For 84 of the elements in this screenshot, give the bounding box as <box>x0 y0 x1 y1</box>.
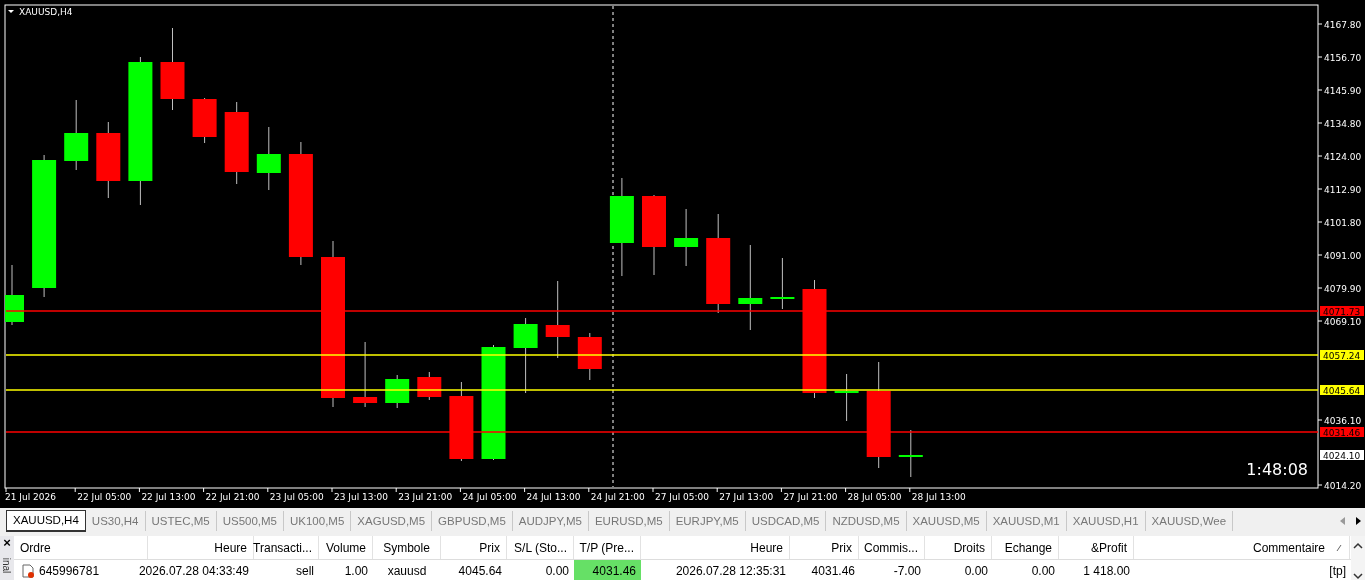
sort-icon <box>1335 543 1343 552</box>
table-cell: 0.00 <box>1031 564 1055 578</box>
price-label: 4134.80 <box>1317 119 1362 129</box>
column-header[interactable]: Prix <box>790 536 859 559</box>
table-cell: 1 418.00 <box>1083 564 1130 578</box>
column-header[interactable]: S/L (Sto... <box>507 536 574 559</box>
price-label: 4112.90 <box>1317 185 1362 195</box>
table-cell: [tp] <box>1329 564 1346 578</box>
time-label: 28 Jul 05:00 <box>845 487 902 502</box>
table-cell: 645996781 <box>39 564 100 578</box>
table-cell: xauusd <box>387 564 427 578</box>
column-header[interactable]: &Profit <box>1059 536 1134 559</box>
time-label: 28 Jul 13:00 <box>909 487 966 502</box>
price-label: 4156.70 <box>1317 53 1362 63</box>
column-header[interactable]: Ordre <box>14 536 148 559</box>
candle <box>256 126 281 191</box>
time-label: 27 Jul 05:00 <box>652 487 709 502</box>
column-header[interactable]: Heure <box>641 536 790 559</box>
column-header[interactable]: Echange <box>992 536 1059 559</box>
candle <box>674 208 699 267</box>
candle <box>385 374 410 409</box>
scroll-down-icon[interactable] <box>1353 572 1363 580</box>
time-label: 24 Jul 21:00 <box>588 487 645 502</box>
column-header[interactable]: Commis... <box>859 536 925 559</box>
scroll-right-icon[interactable] <box>1354 516 1362 526</box>
table-cell: 2026.07.28 04:33:49 <box>138 564 249 578</box>
candle <box>417 371 442 401</box>
price-label: 4079.90 <box>1317 284 1362 294</box>
candle <box>192 97 217 144</box>
candle <box>5 264 24 326</box>
candle <box>577 332 602 381</box>
close-button[interactable]: × <box>3 536 11 550</box>
column-header[interactable]: T/P (Pre... <box>574 536 641 559</box>
time-label: 21 Jul 2026 <box>5 487 56 502</box>
time-label: 24 Jul 05:00 <box>459 487 517 502</box>
price-label: 4101.80 <box>1317 218 1362 228</box>
price-label: 4124.00 <box>1317 152 1362 162</box>
candle <box>834 373 859 422</box>
candle <box>898 429 923 478</box>
price-tag: 4031.46 <box>1320 427 1364 438</box>
candle <box>353 341 378 408</box>
column-header[interactable]: Commentaire <box>1134 536 1350 559</box>
price-label: 4167.80 <box>1317 20 1362 30</box>
time-label: 22 Jul 05:00 <box>74 487 132 502</box>
table-cell: 4031.46 <box>592 564 636 578</box>
candle <box>770 257 795 310</box>
price-tag: 4045.64 <box>1320 385 1364 396</box>
terminal-label: inal <box>1 557 13 574</box>
chart-tab[interactable]: XAUUSD,H4 <box>6 510 86 532</box>
chart-title: XAUUSD,H4 <box>19 7 73 17</box>
scroll-up-icon[interactable] <box>1353 542 1363 550</box>
table-cell: 0.00 <box>545 564 569 578</box>
time-label: 22 Jul 13:00 <box>138 487 196 502</box>
time-label: 23 Jul 05:00 <box>267 487 324 502</box>
column-header[interactable]: Prix <box>441 536 507 559</box>
time-label: 24 Jul 13:00 <box>524 487 581 502</box>
time-label: 22 Jul 21:00 <box>203 487 260 502</box>
price-label: 4145.90 <box>1317 86 1362 96</box>
column-header[interactable]: Droits <box>925 536 992 559</box>
countdown-timer: 1:48:08 <box>1246 460 1308 479</box>
column-header[interactable]: Volume <box>319 536 373 559</box>
dropdown-icon[interactable] <box>8 10 14 13</box>
time-label: 27 Jul 13:00 <box>716 487 774 502</box>
time-label: 23 Jul 13:00 <box>331 487 388 502</box>
column-header[interactable]: Transacti... <box>254 536 319 559</box>
table-cell: 4031.46 <box>811 564 855 578</box>
time-label: 23 Jul 21:00 <box>395 487 453 502</box>
price-tag: 4024.10 <box>1320 450 1364 461</box>
column-header[interactable]: Heure <box>148 536 254 559</box>
price-label: 4069.10 <box>1317 317 1362 327</box>
table-cell: -7.00 <box>893 564 921 578</box>
table-cell: 4045.64 <box>458 564 502 578</box>
table-cell: 1.00 <box>344 564 368 578</box>
price-label: 4014.20 <box>1317 481 1362 491</box>
price-label: 4091.00 <box>1317 251 1362 261</box>
time-label: 27 Jul 21:00 <box>780 487 838 502</box>
price-tag: 4071.73 <box>1320 306 1364 317</box>
price-tag: 4057.24 <box>1320 350 1364 361</box>
price-label: 4036.10 <box>1317 416 1362 426</box>
column-header[interactable]: Symbole <box>373 536 441 559</box>
table-cell: 0.00 <box>964 564 988 578</box>
candle <box>64 99 89 171</box>
table-cell: sell <box>296 564 314 578</box>
table-cell: 2026.07.28 12:35:31 <box>675 564 786 578</box>
